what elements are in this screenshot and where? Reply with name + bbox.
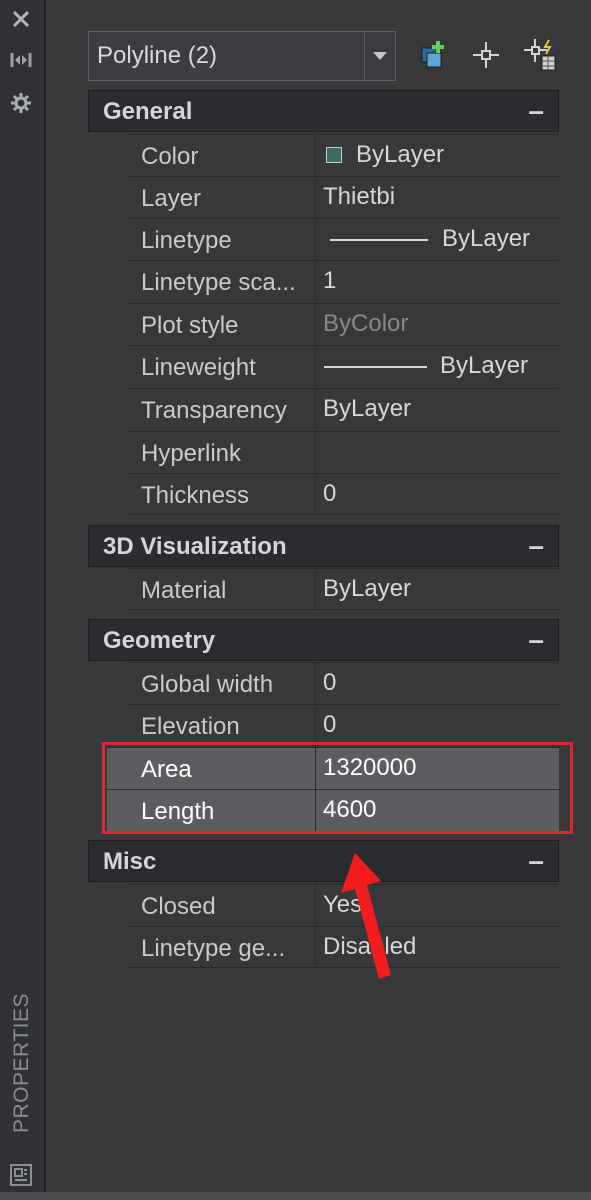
property-value-label: Thietbi — [323, 183, 396, 210]
property-name: Linetype — [127, 219, 316, 260]
property-value-label: ByLayer — [442, 225, 531, 252]
property-row-elevation[interactable]: Elevation 0 — [127, 704, 559, 746]
property-name-label: Lineweight — [141, 354, 256, 381]
select-objects-icon[interactable] — [466, 34, 506, 76]
property-name-label: Hyperlink — [141, 440, 242, 467]
section-general[interactable]: General – — [88, 90, 559, 132]
section-geometry-title: Geometry — [103, 627, 216, 654]
property-name: Transparency — [127, 389, 316, 430]
palette-vertical-title: PROPERTIES — [2, 985, 42, 1140]
collapse-icon[interactable]: – — [528, 530, 544, 562]
property-name: Color — [127, 135, 316, 176]
lineweight-sample — [324, 366, 427, 368]
close-icon[interactable] — [6, 4, 36, 34]
property-row-transparency[interactable]: Transparency ByLayer — [127, 388, 559, 430]
collapse-icon[interactable]: – — [528, 624, 544, 656]
property-name-label: Linetype ge... — [141, 935, 286, 962]
property-value[interactable]: ByLayer — [316, 135, 559, 176]
section-misc-title: Misc — [103, 848, 157, 875]
gear-icon[interactable] — [6, 88, 36, 118]
property-value[interactable]: 0 — [316, 705, 559, 746]
property-value[interactable]: ByLayer — [316, 389, 559, 430]
property-name-label: Linetype — [141, 227, 232, 254]
property-value[interactable] — [316, 432, 559, 473]
property-row-layer[interactable]: Layer Thietbi — [127, 176, 559, 218]
property-value[interactable]: ByLayer — [316, 346, 559, 387]
property-value[interactable]: ByLayer — [316, 569, 559, 610]
palette-title-label: PROPERTIES — [10, 992, 34, 1133]
pickadd-icon[interactable] — [520, 34, 560, 76]
auto-hide-icon[interactable] — [6, 45, 36, 75]
property-value: ByColor — [316, 304, 559, 345]
property-row-global-width[interactable]: Global width 0 — [127, 662, 559, 704]
section-geometry[interactable]: Geometry – — [88, 619, 559, 661]
property-row-plot-style[interactable]: Plot style ByColor — [127, 303, 559, 345]
property-value-label: ByLayer — [356, 141, 445, 168]
property-value-label: 0 — [323, 711, 337, 738]
property-value[interactable]: 1 — [316, 261, 559, 302]
property-row-hyperlink[interactable]: Hyperlink — [127, 431, 559, 473]
property-name: Linetype ge... — [127, 927, 316, 968]
properties-palette: PROPERTIES Polyline (2) General – Color … — [0, 0, 591, 1200]
collapse-icon[interactable]: – — [528, 845, 544, 877]
property-name-label: Layer — [141, 185, 202, 212]
color-swatch — [326, 147, 342, 163]
property-value-label: ByLayer — [440, 352, 529, 379]
section-3d-visualization[interactable]: 3D Visualization – — [88, 525, 559, 567]
object-type-label: Polyline (2) — [97, 42, 218, 69]
property-row-linetype[interactable]: Linetype ByLayer — [127, 218, 559, 260]
property-value-label: 1 — [323, 267, 337, 294]
property-value[interactable]: Thietbi — [316, 177, 559, 218]
object-type-dropdown[interactable]: Polyline (2) — [88, 31, 396, 81]
property-name: Thickness — [127, 474, 316, 515]
property-name-label: Transparency — [141, 397, 287, 424]
section-3d-visualization-title: 3D Visualization — [103, 533, 287, 560]
property-name: Lineweight — [127, 346, 316, 387]
property-value[interactable]: ByLayer — [316, 219, 559, 260]
property-name: Plot style — [127, 304, 316, 345]
property-name-label: Material — [141, 577, 227, 604]
property-name: Linetype sca... — [127, 261, 316, 302]
collapse-icon[interactable]: – — [528, 95, 544, 127]
highlight-box — [102, 742, 573, 834]
property-row-color[interactable]: Color ByLayer — [127, 134, 559, 176]
section-misc[interactable]: Misc – — [88, 840, 559, 882]
property-value-label: ByLayer — [323, 395, 412, 422]
property-value-label: 0 — [323, 669, 337, 696]
property-name: Hyperlink — [127, 432, 316, 473]
property-name-label: Linetype sca... — [141, 269, 296, 296]
property-name-label: Elevation — [141, 713, 240, 740]
property-name: Global width — [127, 663, 316, 704]
palette-bottom-edge — [0, 1192, 591, 1200]
property-name: Elevation — [127, 705, 316, 746]
section-general-title: General — [103, 98, 193, 125]
property-row-linetype-scale[interactable]: Linetype sca... 1 — [127, 260, 559, 302]
palette-title-strip: PROPERTIES — [0, 0, 46, 1200]
property-name-label: Color — [141, 143, 199, 170]
property-name: Material — [127, 569, 316, 610]
property-name: Layer — [127, 177, 316, 218]
property-name-label: Global width — [141, 671, 274, 698]
property-value-label: 0 — [323, 480, 337, 507]
property-value[interactable]: 0 — [316, 663, 559, 704]
property-name: Closed — [127, 885, 316, 926]
property-row-lineweight[interactable]: Lineweight ByLayer — [127, 345, 559, 387]
linetype-sample — [330, 239, 428, 241]
property-name-label: Thickness — [141, 482, 250, 509]
arrow-icon — [335, 845, 405, 990]
chevron-down-icon[interactable] — [364, 32, 395, 80]
property-value-label: ByLayer — [323, 575, 412, 602]
property-value-label: ByColor — [323, 310, 409, 337]
property-value[interactable]: 0 — [316, 474, 559, 515]
properties-icon[interactable] — [6, 1160, 36, 1190]
property-name-label: Closed — [141, 893, 216, 920]
property-row-material[interactable]: Material ByLayer — [127, 568, 559, 610]
property-name-label: Plot style — [141, 312, 239, 339]
quick-select-icon[interactable] — [414, 34, 454, 76]
property-row-thickness[interactable]: Thickness 0 — [127, 473, 559, 515]
